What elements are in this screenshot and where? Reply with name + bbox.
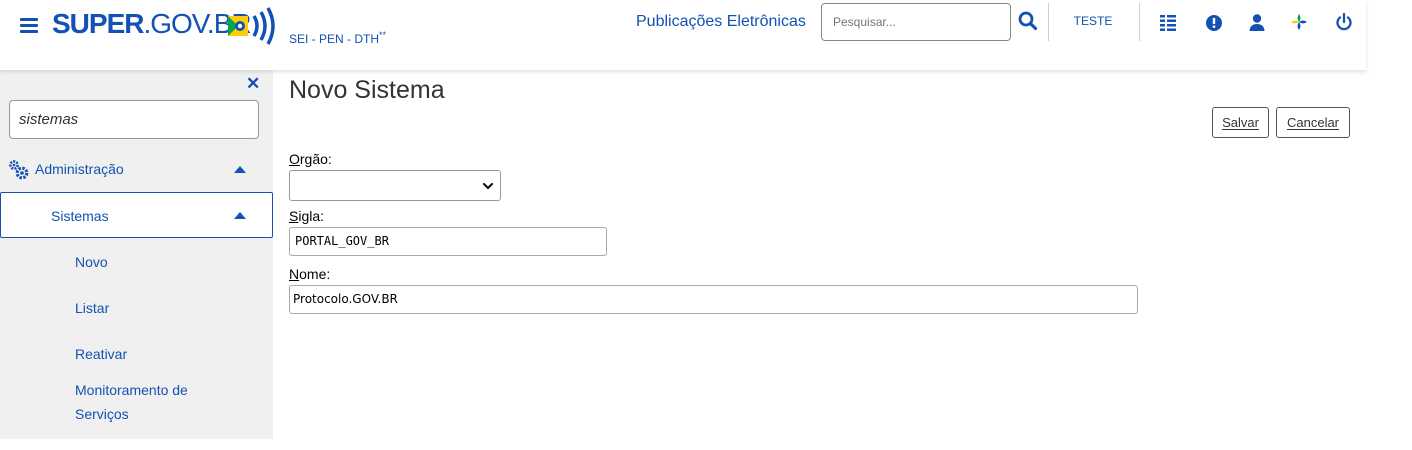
save-button-accesskey: S bbox=[1222, 115, 1231, 130]
sidebar-item-sistemas[interactable]: Sistemas bbox=[0, 192, 273, 238]
user-icon[interactable] bbox=[1247, 12, 1267, 32]
sidebar-item-label: Sistemas bbox=[51, 208, 109, 224]
sidebar-subitem-reativar[interactable]: Reativar bbox=[75, 342, 127, 366]
search-icon[interactable] bbox=[1017, 10, 1039, 32]
cancel-button-label: ancelar bbox=[1296, 115, 1340, 130]
menu-icon[interactable] bbox=[20, 17, 40, 33]
sidebar-item-label: Administração bbox=[35, 161, 124, 177]
header-search-input[interactable] bbox=[821, 3, 1011, 41]
sei-logo-icon[interactable] bbox=[1289, 12, 1309, 32]
logo-text-bold: SUPER bbox=[52, 8, 144, 39]
nome-input[interactable]: Protocolo.GOV.BR bbox=[289, 285, 1138, 314]
grid-list-icon[interactable] bbox=[1158, 12, 1178, 32]
header-divider bbox=[1139, 3, 1140, 41]
orgao-label: Orgão: bbox=[289, 151, 332, 167]
chevron-up-icon bbox=[234, 212, 246, 219]
sigla-input[interactable]: PORTAL_GOV_BR bbox=[289, 227, 607, 256]
power-icon[interactable] bbox=[1334, 12, 1354, 32]
save-button[interactable]: Salvar bbox=[1212, 107, 1269, 138]
publications-title[interactable]: Publicações Eletrônicas bbox=[636, 13, 806, 31]
nome-label-accesskey: N bbox=[289, 266, 300, 282]
sidebar-subitem-monitoramento[interactable]: Monitoramento de bbox=[75, 378, 188, 402]
gov-logo-icon bbox=[228, 7, 275, 45]
sidebar: ✕ Administração Sistemas Novo Listar Rea… bbox=[0, 70, 273, 439]
nome-label: Nome: bbox=[289, 266, 330, 282]
cancel-button-accesskey: C bbox=[1286, 115, 1297, 130]
chevron-down-icon bbox=[483, 183, 493, 189]
save-button-label: alvar bbox=[1230, 115, 1259, 130]
sidebar-subitem-servicos[interactable]: Serviços bbox=[75, 402, 129, 426]
gears-icon bbox=[9, 160, 29, 180]
header-divider bbox=[1048, 3, 1049, 41]
cancel-button[interactable]: Cancelar bbox=[1276, 107, 1350, 138]
nome-label-text: ome: bbox=[299, 266, 331, 282]
page-title: Novo Sistema bbox=[289, 76, 445, 104]
orgao-label-accesskey: O bbox=[289, 151, 300, 167]
sigla-label: Sigla: bbox=[289, 208, 324, 224]
sigla-label-text: igla: bbox=[298, 208, 325, 224]
subtitle-sup: ** bbox=[379, 30, 387, 40]
user-unit-label[interactable]: TESTE bbox=[1063, 14, 1123, 28]
orgao-select[interactable] bbox=[289, 170, 501, 201]
sidebar-subitem-novo[interactable]: Novo bbox=[75, 250, 108, 274]
app-logo[interactable]: SUPER.GOV.BR bbox=[52, 8, 252, 40]
header-bar: SUPER.GOV.BR SEI - PEN - DTH** Publicaçõ… bbox=[0, 0, 1366, 70]
sidebar-search-input[interactable] bbox=[9, 100, 259, 139]
chevron-up-icon bbox=[234, 166, 246, 173]
exclamation-circle-icon[interactable] bbox=[1204, 12, 1224, 32]
sidebar-subitem-listar[interactable]: Listar bbox=[75, 296, 109, 320]
orgao-label-text: rgão: bbox=[299, 151, 332, 167]
sigla-label-accesskey: S bbox=[289, 208, 299, 224]
system-subtitle: SEI - PEN - DTH** bbox=[289, 30, 386, 46]
sidebar-item-administracao[interactable]: Administração bbox=[0, 148, 273, 192]
close-icon[interactable]: ✕ bbox=[246, 75, 260, 92]
subtitle-text: SEI - PEN - DTH bbox=[289, 32, 380, 46]
